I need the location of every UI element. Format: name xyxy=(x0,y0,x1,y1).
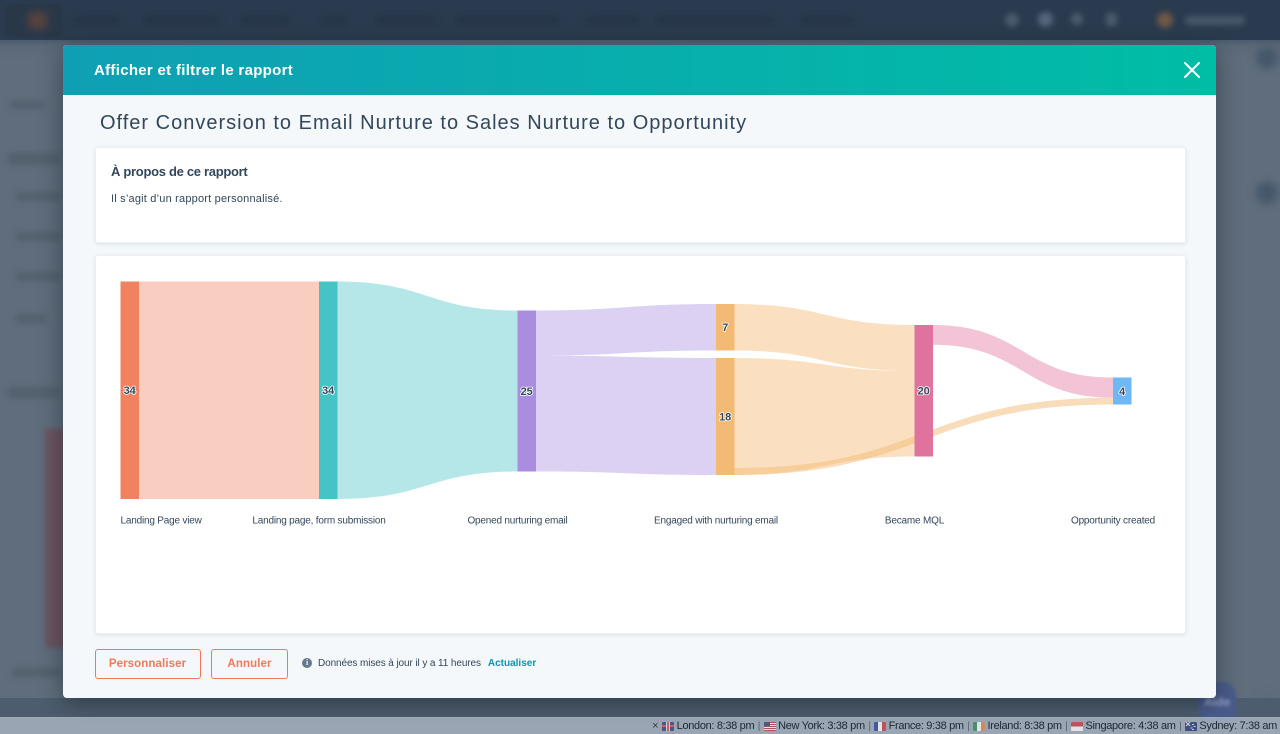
svg-text:Opportunity created: Opportunity created xyxy=(1070,515,1154,526)
svg-text:7: 7 xyxy=(722,322,728,334)
svg-text:Engaged with nurturing email: Engaged with nurturing email xyxy=(654,515,778,526)
svg-text:Landing Page view: Landing Page view xyxy=(120,515,202,526)
svg-text:18: 18 xyxy=(719,411,731,423)
svg-text:20: 20 xyxy=(917,385,929,397)
svg-text:Opened nurturing email: Opened nurturing email xyxy=(467,515,567,526)
svg-text:4: 4 xyxy=(1119,385,1126,397)
svg-text:Landing page, form submission: Landing page, form submission xyxy=(252,515,385,526)
svg-text:34: 34 xyxy=(322,385,335,397)
svg-text:25: 25 xyxy=(520,385,532,397)
svg-text:Became MQL: Became MQL xyxy=(884,515,944,526)
svg-text:34: 34 xyxy=(123,385,136,397)
